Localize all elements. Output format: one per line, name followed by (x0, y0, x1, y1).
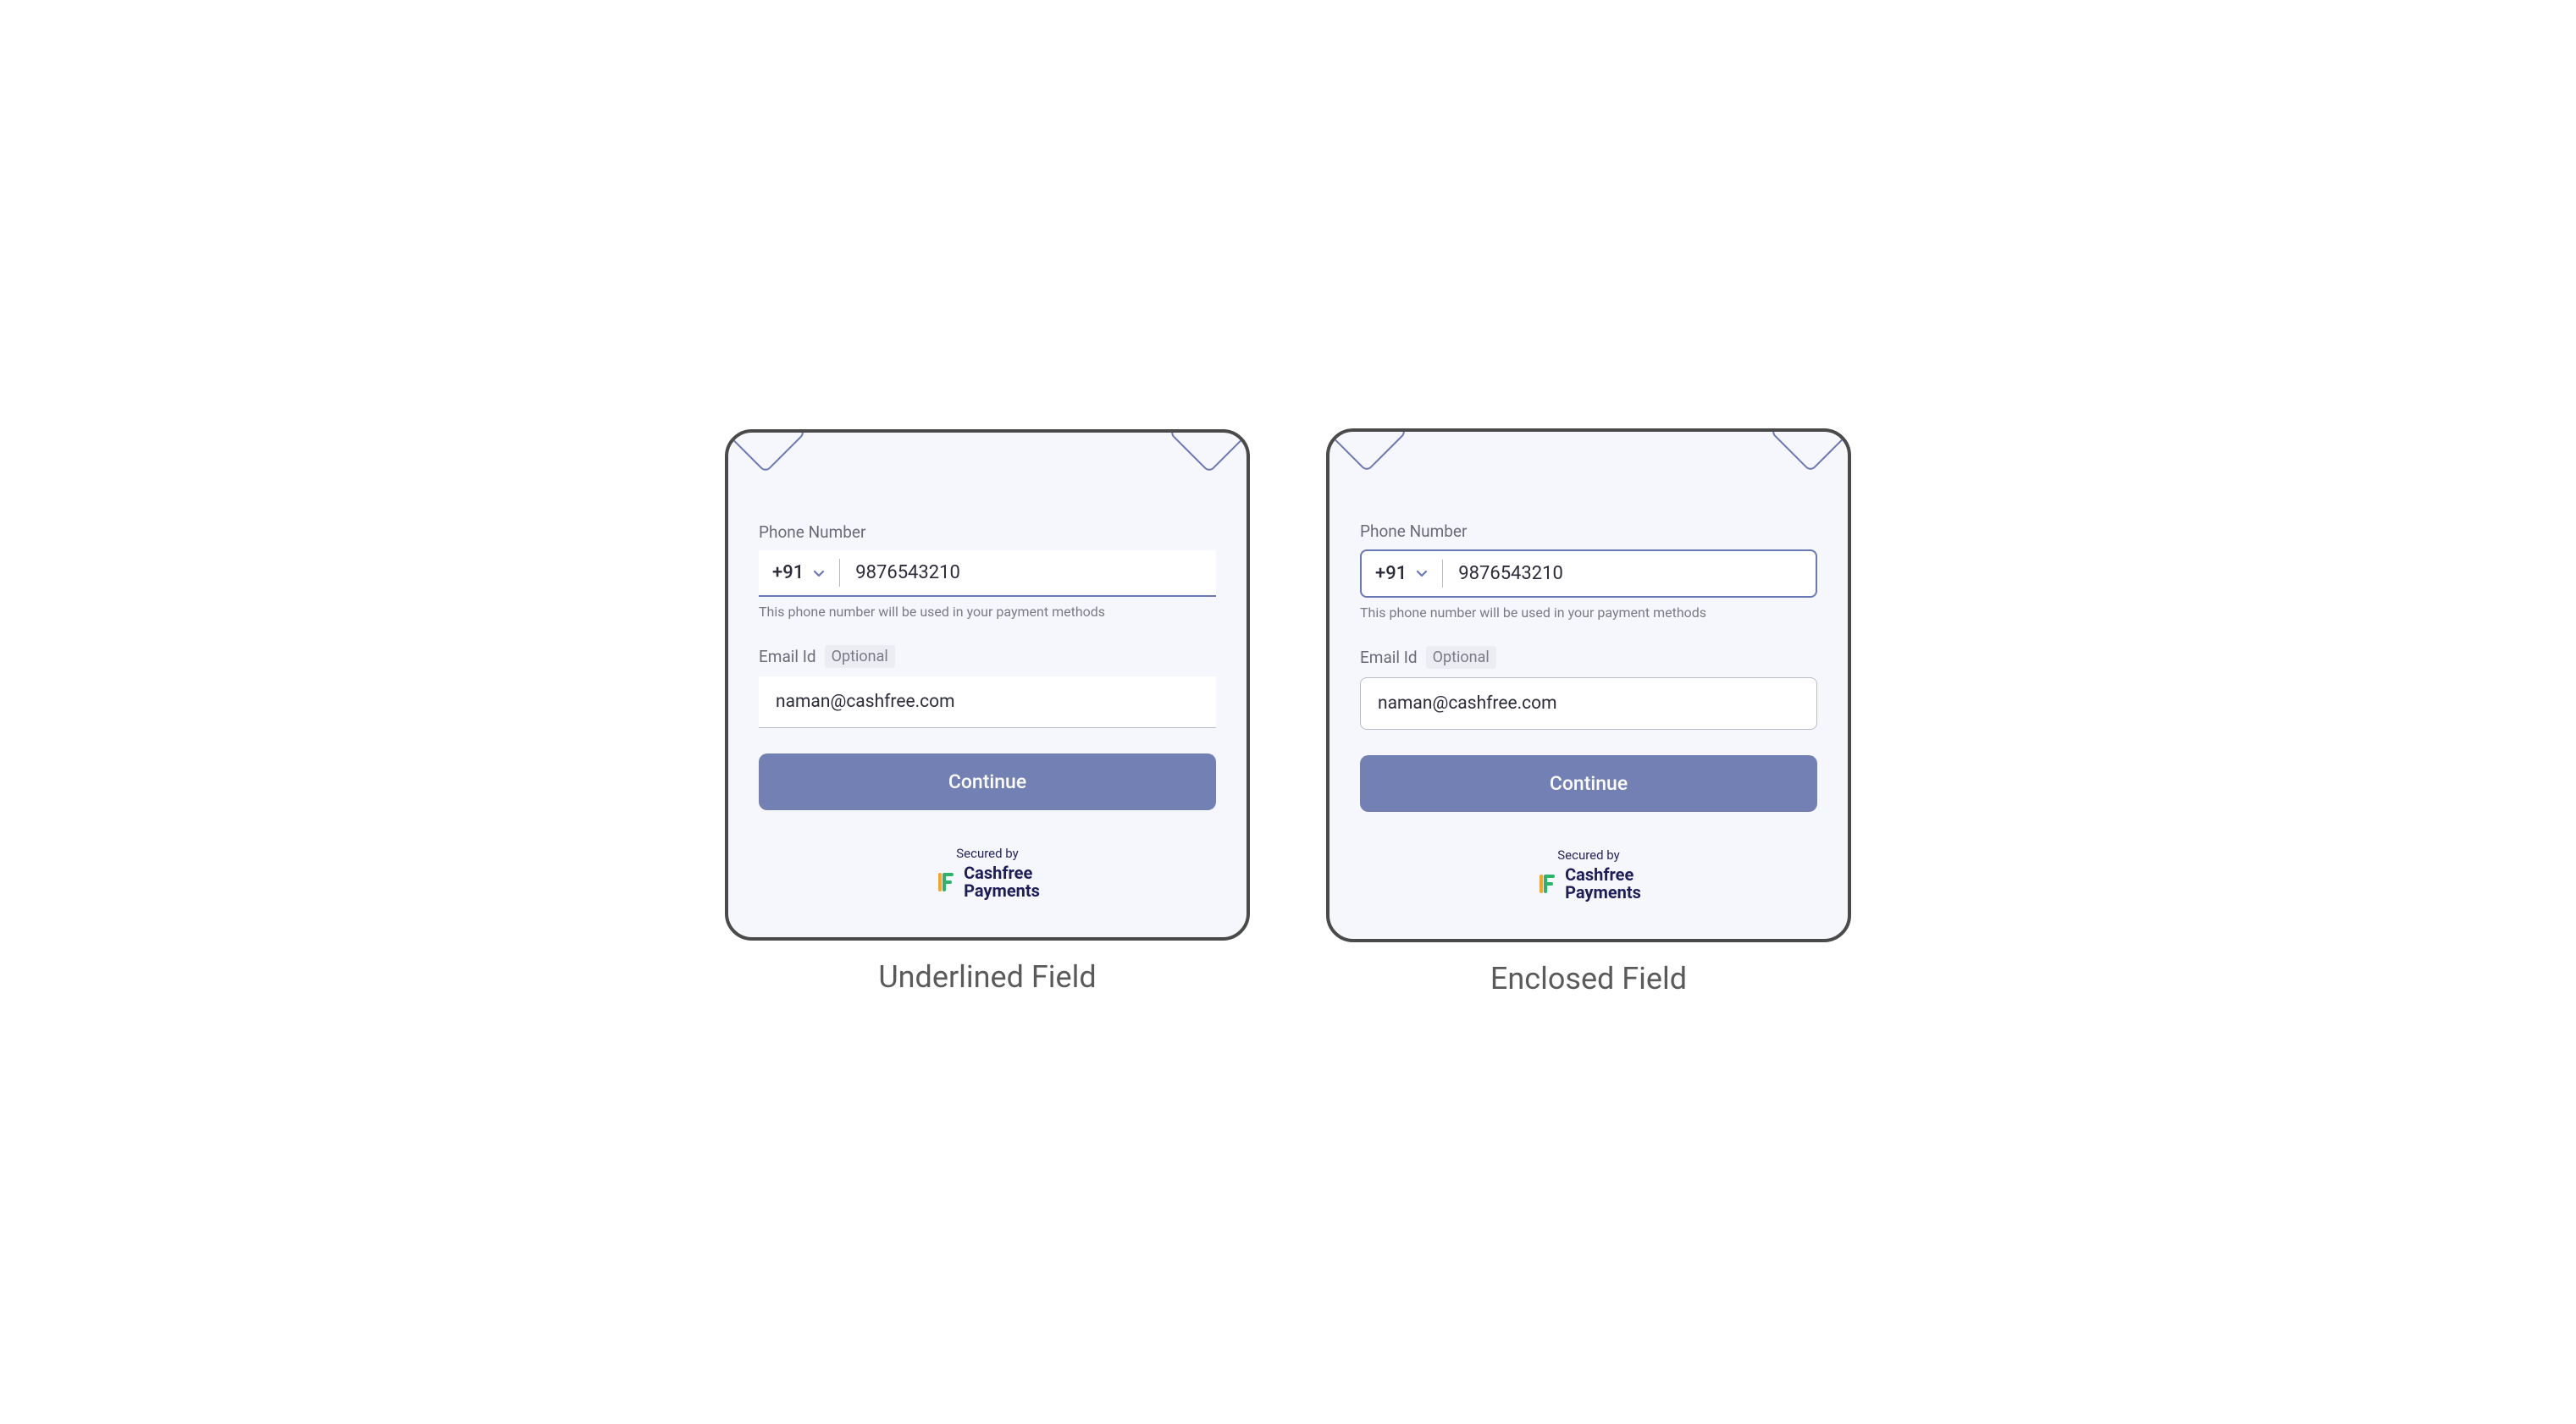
phone-helper-text: This phone number will be used in your p… (1360, 604, 1817, 621)
footer: Secured by Cashfree Payments (759, 846, 1216, 900)
continue-button[interactable]: Continue (759, 753, 1216, 810)
chevron-down-icon (1415, 566, 1429, 580)
phone-label: Phone Number (1360, 522, 1817, 541)
email-label-row: Email Id Optional (1360, 646, 1817, 669)
secured-by-label: Secured by (759, 846, 1216, 861)
decorative-corner-right (1770, 428, 1851, 472)
footer: Secured by Cashfree Payments (1360, 847, 1817, 902)
email-input-row (1360, 677, 1817, 730)
decorative-corner-left (1326, 428, 1407, 472)
email-input-row (759, 676, 1216, 728)
phone-input[interactable] (840, 550, 1216, 595)
country-code-dropdown[interactable]: +91 (1362, 551, 1442, 596)
phone-input-row: +91 (1360, 549, 1817, 598)
email-input[interactable] (759, 676, 1216, 727)
phone-input-row: +91 (759, 550, 1216, 597)
payment-form-enclosed: Phone Number +91 This phone number will … (1326, 428, 1851, 942)
optional-badge: Optional (825, 645, 895, 668)
brand-text: Cashfree Payments (964, 864, 1040, 900)
phone-field-block: Phone Number +91 This phone number will … (759, 522, 1216, 620)
underlined-caption: Underlined Field (878, 959, 1096, 995)
brand-line1: Cashfree (1565, 866, 1641, 884)
phone-field-block: Phone Number +91 This phone number will … (1360, 522, 1817, 621)
country-code-dropdown[interactable]: +91 (759, 550, 839, 595)
email-field-block: Email Id Optional (1360, 646, 1817, 730)
email-label: Email Id (759, 647, 816, 666)
decorative-corner-left (725, 429, 806, 473)
chevron-down-icon (812, 566, 826, 580)
payment-form-underlined: Phone Number +91 This phone number will … (725, 429, 1250, 941)
decorative-corner-right (1169, 429, 1250, 473)
optional-badge: Optional (1426, 646, 1496, 669)
brand-line2: Payments (1565, 884, 1641, 902)
email-label: Email Id (1360, 648, 1418, 667)
brand-line2: Payments (964, 882, 1040, 900)
brand-text: Cashfree Payments (1565, 866, 1641, 902)
country-code-value: +91 (772, 562, 804, 583)
cashfree-logo-icon (935, 871, 957, 893)
brand-line1: Cashfree (964, 864, 1040, 882)
cashfree-logo-icon (1536, 873, 1558, 895)
email-label-row: Email Id Optional (759, 645, 1216, 668)
brand-logo: Cashfree Payments (1360, 866, 1817, 902)
phone-helper-text: This phone number will be used in your p… (759, 604, 1216, 620)
enclosed-caption: Enclosed Field (1490, 961, 1687, 996)
country-code-value: +91 (1375, 563, 1407, 584)
email-field-block: Email Id Optional (759, 645, 1216, 728)
brand-logo: Cashfree Payments (759, 864, 1216, 900)
secured-by-label: Secured by (1360, 847, 1817, 863)
email-input[interactable] (1361, 678, 1816, 729)
phone-input[interactable] (1443, 551, 1816, 596)
continue-button[interactable]: Continue (1360, 755, 1817, 812)
underlined-variant: Phone Number +91 This phone number will … (725, 429, 1250, 995)
enclosed-variant: Phone Number +91 This phone number will … (1326, 428, 1851, 996)
phone-label: Phone Number (759, 522, 1216, 542)
